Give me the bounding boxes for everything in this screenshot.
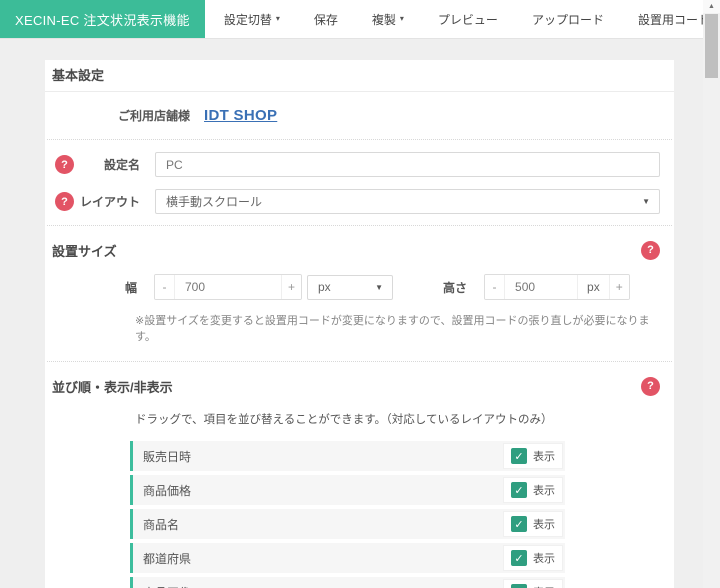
checkbox-checked-icon[interactable]: ✓ [511, 448, 527, 464]
visibility-chip: ✓ 表示 [503, 545, 563, 571]
setting-name-row: ? 設定名 [45, 152, 660, 177]
height-label: 高さ [443, 280, 468, 295]
layout-select-value: 横手動スクロール [166, 195, 263, 209]
nav-item-settings-switch[interactable]: 設定切替 ▾ [207, 0, 297, 38]
nav-item-label: 設置用コード [637, 12, 710, 27]
help-icon[interactable]: ? [55, 155, 74, 174]
height-input[interactable] [504, 275, 579, 299]
top-navbar: XECIN-EC 注文状況表示機能 設定切替 ▾ 保存 複製 ▾ プレビュー ア… [0, 0, 710, 39]
app-window: XECIN-EC 注文状況表示機能 設定切替 ▾ 保存 複製 ▾ プレビュー ア… [0, 0, 720, 588]
width-unit-value: px [318, 280, 331, 294]
sortable-item[interactable]: 商品価格 ✓ 表示 [130, 475, 565, 505]
visibility-chip: ✓ 表示 [503, 579, 563, 588]
sortable-item-label: 都道府県 [143, 551, 192, 566]
sortable-item[interactable]: 商品名 ✓ 表示 [130, 509, 565, 539]
width-increment-button[interactable]: + [282, 275, 301, 299]
width-label: 幅 [124, 280, 137, 295]
height-stepper: - px + [484, 274, 630, 300]
visibility-chip: ✓ 表示 [503, 443, 563, 469]
height-unit-label: px [578, 275, 610, 299]
settings-card: 基本設定 ご利用店舗様 IDT SHOP ? 設定名 ? レイアウト 横手動スク… [45, 60, 674, 588]
nav-item-preview[interactable]: プレビュー [421, 0, 515, 38]
visibility-label: 表示 [533, 451, 555, 463]
sortable-list: 販売日時 ✓ 表示 商品価格 ✓ 表示 商品名 ✓ 表示 都道府県 ✓ 表示 商… [130, 441, 565, 588]
vertical-scrollbar[interactable]: ▲ [703, 0, 720, 588]
height-decrement-button[interactable]: - [485, 275, 505, 299]
visibility-label: 表示 [533, 553, 555, 565]
visibility-label: 表示 [533, 519, 555, 531]
size-change-note: ※設置サイズを変更すると設置用コードが変更になりますので、設置用コードの張り直し… [135, 315, 650, 343]
visibility-label: 表示 [533, 584, 555, 588]
shop-label: ご利用店舗様 [118, 109, 191, 123]
caret-down-icon: ▾ [399, 14, 404, 23]
nav-item-label: プレビュー [437, 12, 498, 27]
sortable-item[interactable]: 都道府県 ✓ 表示 [130, 543, 565, 573]
nav-menu: 設定切替 ▾ 保存 複製 ▾ プレビュー アップロード 設置用コード [207, 0, 720, 38]
shop-row: ご利用店舗様 IDT SHOP [45, 92, 674, 139]
section-head-size: 設置サイズ ? [45, 239, 674, 261]
layout-label: レイアウト [79, 195, 140, 209]
section-head-order: 並び順・表示/非表示 ? [45, 375, 674, 397]
caret-down-icon: ▾ [275, 14, 280, 23]
width-unit-select[interactable]: px ▼ [307, 274, 393, 300]
visibility-chip: ✓ 表示 [503, 477, 563, 503]
width-input[interactable] [174, 275, 282, 299]
checkbox-checked-icon[interactable]: ✓ [511, 482, 527, 498]
visibility-label: 表示 [533, 485, 555, 497]
select-caret-icon: ▼ [642, 197, 650, 206]
section-title-order: 並び順・表示/非表示 [52, 379, 173, 395]
nav-item-label: 保存 [313, 12, 338, 27]
nav-item-save[interactable]: 保存 [297, 0, 355, 38]
size-controls-row: 幅 - + px ▼ 高さ - px + [45, 274, 660, 300]
sortable-item[interactable]: 商品画像 ✓ 表示 [130, 577, 565, 588]
help-icon[interactable]: ? [641, 376, 660, 396]
layout-row: ? レイアウト 横手動スクロール ▼ [45, 189, 660, 214]
width-stepper: - + [154, 274, 302, 300]
nav-item-upload[interactable]: アップロード [515, 0, 621, 38]
sortable-item-label: 商品画像 [143, 584, 191, 588]
section-title-size: 設置サイズ [52, 243, 117, 259]
shop-link[interactable]: IDT SHOP [204, 107, 277, 124]
drag-hint: ドラッグで、項目を並び替えることができます。（対応しているレイアウトのみ） [135, 414, 553, 426]
nav-item-label: アップロード [531, 12, 604, 27]
dotted-divider [47, 225, 672, 226]
checkbox-checked-icon[interactable]: ✓ [511, 516, 527, 532]
sortable-item-label: 販売日時 [143, 449, 192, 464]
help-icon[interactable]: ? [641, 240, 660, 260]
layout-select[interactable]: 横手動スクロール ▼ [155, 189, 660, 214]
setting-name-input[interactable] [155, 152, 660, 177]
app-brand: XECIN-EC 注文状況表示機能 [0, 0, 205, 38]
scrollbar-thumb[interactable] [705, 14, 718, 78]
dotted-divider [47, 361, 672, 362]
help-icon[interactable]: ? [55, 192, 74, 211]
section-title-basic: 基本設定 [45, 60, 674, 92]
nav-item-label: 設定切替 [223, 12, 272, 27]
dotted-divider [47, 139, 672, 140]
height-increment-button[interactable]: + [609, 275, 629, 299]
scroll-up-icon[interactable]: ▲ [703, 0, 720, 13]
sortable-item-label: 商品名 [143, 517, 180, 532]
width-decrement-button[interactable]: - [155, 275, 174, 299]
nav-item-label: 複製 [371, 12, 396, 27]
sortable-item[interactable]: 販売日時 ✓ 表示 [130, 441, 565, 471]
setting-name-label: 設定名 [103, 158, 140, 172]
sortable-item-label: 商品価格 [143, 483, 192, 498]
select-caret-icon: ▼ [375, 282, 383, 292]
checkbox-checked-icon[interactable]: ✓ [511, 550, 527, 566]
visibility-chip: ✓ 表示 [503, 511, 563, 537]
nav-item-duplicate[interactable]: 複製 ▾ [355, 0, 421, 38]
checkbox-checked-icon[interactable]: ✓ [511, 584, 527, 588]
